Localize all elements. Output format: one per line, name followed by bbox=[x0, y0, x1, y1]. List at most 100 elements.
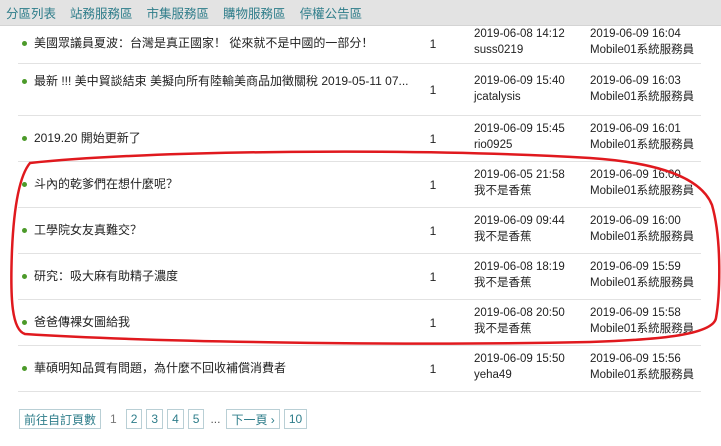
last-reply-info: 2019-06-09 16:03 Mobile01系統服務員 bbox=[590, 73, 705, 105]
page-5-link[interactable]: 5 bbox=[187, 409, 205, 429]
post-time: 2019-06-08 14:12 bbox=[474, 28, 565, 40]
last-reply-user[interactable]: Mobile01系統服務員 bbox=[590, 183, 705, 199]
thread-title[interactable]: 工學院女友真難交？ bbox=[22, 208, 417, 253]
last-reply-info: 2019-06-09 16:01 Mobile01系統服務員 bbox=[590, 121, 705, 153]
post-author[interactable]: yeha49 bbox=[474, 367, 584, 383]
last-reply-time: 2019-06-09 16:00 bbox=[590, 215, 681, 227]
thread-title-text: 研究：吸大麻有助精子濃度 bbox=[34, 269, 179, 283]
bullet-icon bbox=[22, 79, 27, 84]
post-info: 2019-06-09 15:50 yeha49 bbox=[474, 351, 584, 383]
thread-row: 研究：吸大麻有助精子濃度 1 2019-06-08 18:19 我不是香蕉 201… bbox=[18, 254, 701, 300]
thread-row: 爸爸傳裸女圖給我 1 2019-06-08 20:50 我不是香蕉 2019-06… bbox=[18, 300, 701, 346]
thread-title[interactable]: 華碩明知品質有問題，為什麼不回收補償消費者 bbox=[22, 346, 417, 391]
last-reply-user[interactable]: Mobile01系統服務員 bbox=[590, 89, 705, 105]
bullet-icon bbox=[22, 182, 27, 187]
reply-count: 1 bbox=[429, 223, 437, 238]
post-time: 2019-06-09 15:45 bbox=[474, 123, 565, 135]
last-reply-info: 2019-06-09 15:56 Mobile01系統服務員 bbox=[590, 351, 705, 383]
last-reply-user[interactable]: Mobile01系統服務員 bbox=[590, 321, 705, 337]
last-reply-info: 2019-06-09 16:04 Mobile01系統服務員 bbox=[590, 26, 705, 58]
last-reply-info: 2019-06-09 16:00 Mobile01系統服務員 bbox=[590, 213, 705, 245]
last-reply-time: 2019-06-09 16:04 bbox=[590, 28, 681, 40]
post-time: 2019-06-08 18:19 bbox=[474, 261, 565, 273]
thread-row: 最新 !!! 美中貿談結束 美擬向所有陸輸美商品加徵關稅 2019-05-11 … bbox=[18, 64, 701, 116]
post-time: 2019-06-09 09:44 bbox=[474, 215, 565, 227]
last-reply-time: 2019-06-09 16:03 bbox=[590, 75, 681, 87]
reply-count: 1 bbox=[429, 269, 437, 284]
nav-shopping-service[interactable]: 購物服務區 bbox=[223, 3, 286, 22]
last-reply-time: 2019-06-09 16:00 bbox=[590, 169, 681, 181]
thread-title-text: 最新 !!! 美中貿談結束 美擬向所有陸輸美商品加徵關稅 2019-05-11 … bbox=[34, 74, 409, 88]
next-page-button[interactable]: 下一頁 › bbox=[226, 409, 280, 429]
page-1-current: 1 bbox=[105, 409, 122, 429]
thread-title-text: 美國眾議員夏波：台灣是真正國家！ 從來就不是中國的一部分！ bbox=[34, 36, 374, 50]
thread-row: 美國眾議員夏波：台灣是真正國家！ 從來就不是中國的一部分！ 1 2019-06-… bbox=[18, 24, 701, 64]
thread-title[interactable]: 研究：吸大麻有助精子濃度 bbox=[22, 254, 417, 299]
last-reply-user[interactable]: Mobile01系統服務員 bbox=[590, 367, 705, 383]
post-info: 2019-06-08 14:12 suss0219 bbox=[474, 26, 584, 58]
last-reply-user[interactable]: Mobile01系統服務員 bbox=[590, 229, 705, 245]
post-time: 2019-06-09 15:50 bbox=[474, 353, 565, 365]
pager-ellipsis: ... bbox=[210, 412, 221, 426]
thread-title[interactable]: 最新 !!! 美中貿談結束 美擬向所有陸輸美商品加徵關稅 2019-05-11 … bbox=[22, 64, 417, 115]
thread-title-text: 斗內的乾爹們在想什麼呢？ bbox=[34, 177, 179, 191]
post-time: 2019-06-09 15:40 bbox=[474, 75, 565, 87]
thread-title[interactable]: 美國眾議員夏波：台灣是真正國家！ 從來就不是中國的一部分！ bbox=[22, 24, 417, 63]
post-info: 2019-06-08 20:50 我不是香蕉 bbox=[474, 305, 584, 337]
reply-count: 1 bbox=[429, 361, 437, 376]
post-author[interactable]: 我不是香蕉 bbox=[474, 183, 584, 199]
reply-count: 1 bbox=[429, 315, 437, 330]
thread-row: 工學院女友真難交？ 1 2019-06-09 09:44 我不是香蕉 2019-0… bbox=[18, 208, 701, 254]
forum-nav-bar: 分區列表 站務服務區 市集服務區 購物服務區 停權公告區 bbox=[0, 0, 721, 26]
thread-title[interactable]: 斗內的乾爹們在想什麼呢？ bbox=[22, 162, 417, 207]
last-reply-info: 2019-06-09 15:58 Mobile01系統服務員 bbox=[590, 305, 705, 337]
bullet-icon bbox=[22, 274, 27, 279]
post-info: 2019-06-09 15:45 rio0925 bbox=[474, 121, 584, 153]
last-page-link[interactable]: 10 bbox=[283, 409, 308, 429]
thread-title[interactable]: 爸爸傳裸女圖給我 bbox=[22, 300, 417, 345]
post-author[interactable]: 我不是香蕉 bbox=[474, 275, 584, 291]
nav-suspension-notice[interactable]: 停權公告區 bbox=[300, 3, 363, 22]
bullet-icon bbox=[22, 228, 27, 233]
thread-list: 美國眾議員夏波：台灣是真正國家！ 從來就不是中國的一部分！ 1 2019-06-… bbox=[18, 24, 701, 392]
thread-title-text: 華碩明知品質有問題，為什麼不回收補償消費者 bbox=[34, 361, 287, 375]
post-time: 2019-06-05 21:58 bbox=[474, 169, 565, 181]
reply-count: 1 bbox=[429, 82, 437, 97]
post-time: 2019-06-08 20:50 bbox=[474, 307, 565, 319]
nav-market-service[interactable]: 市集服務區 bbox=[147, 3, 210, 22]
post-info: 2019-06-08 18:19 我不是香蕉 bbox=[474, 259, 584, 291]
page-2-link[interactable]: 2 bbox=[125, 409, 143, 429]
post-author[interactable]: suss0219 bbox=[474, 42, 584, 58]
last-reply-info: 2019-06-09 15:59 Mobile01系統服務員 bbox=[590, 259, 705, 291]
pagination: 前往自訂頁數 1 2 3 4 5 ... 下一頁 › 10 bbox=[19, 409, 311, 429]
post-author[interactable]: 我不是香蕉 bbox=[474, 321, 584, 337]
last-reply-user[interactable]: Mobile01系統服務員 bbox=[590, 42, 705, 58]
thread-row: 斗內的乾爹們在想什麼呢？ 1 2019-06-05 21:58 我不是香蕉 201… bbox=[18, 162, 701, 208]
post-author[interactable]: 我不是香蕉 bbox=[474, 229, 584, 245]
last-reply-time: 2019-06-09 15:58 bbox=[590, 307, 681, 319]
last-reply-info: 2019-06-09 16:00 Mobile01系統服務員 bbox=[590, 167, 705, 199]
reply-count: 1 bbox=[429, 36, 437, 51]
nav-forum-list[interactable]: 分區列表 bbox=[6, 3, 56, 22]
post-author[interactable]: jcatalysis bbox=[474, 89, 584, 105]
last-reply-user[interactable]: Mobile01系統服務員 bbox=[590, 275, 705, 291]
thread-title-text: 2019.20 開始更新了 bbox=[34, 131, 141, 145]
bullet-icon bbox=[22, 366, 27, 371]
reply-count: 1 bbox=[429, 131, 437, 146]
thread-row: 2019.20 開始更新了 1 2019-06-09 15:45 rio0925 … bbox=[18, 116, 701, 162]
bullet-icon bbox=[22, 136, 27, 141]
page-3-link[interactable]: 3 bbox=[146, 409, 164, 429]
page-4-link[interactable]: 4 bbox=[167, 409, 184, 429]
nav-site-service[interactable]: 站務服務區 bbox=[70, 3, 133, 22]
thread-title-text: 工學院女友真難交？ bbox=[34, 223, 143, 237]
post-info: 2019-06-09 15:40 jcatalysis bbox=[474, 73, 584, 105]
last-reply-time: 2019-06-09 15:56 bbox=[590, 353, 681, 365]
post-info: 2019-06-05 21:58 我不是香蕉 bbox=[474, 167, 584, 199]
thread-title-text: 爸爸傳裸女圖給我 bbox=[34, 315, 131, 329]
post-author[interactable]: rio0925 bbox=[474, 137, 584, 153]
thread-row: 華碩明知品質有問題，為什麼不回收補償消費者 1 2019-06-09 15:50… bbox=[18, 346, 701, 392]
last-reply-user[interactable]: Mobile01系統服務員 bbox=[590, 137, 705, 153]
bullet-icon bbox=[22, 41, 27, 46]
custom-page-button[interactable]: 前往自訂頁數 bbox=[19, 409, 102, 429]
thread-title[interactable]: 2019.20 開始更新了 bbox=[22, 116, 417, 161]
